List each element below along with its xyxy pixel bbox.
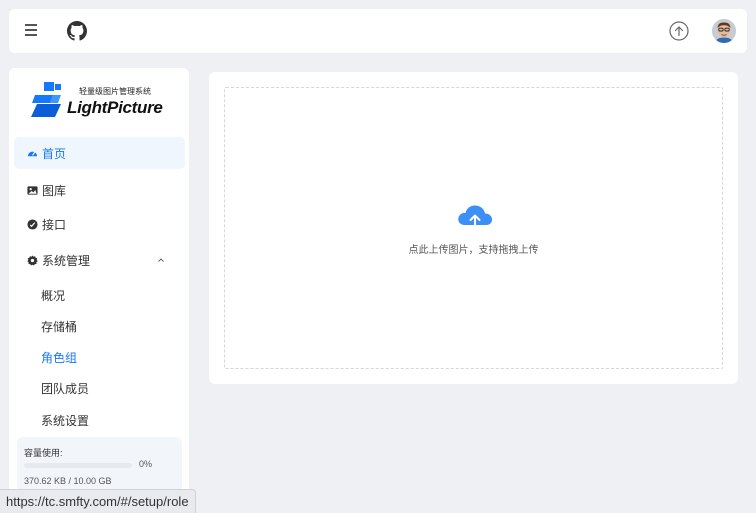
sidebar-item-home[interactable]: 首页	[14, 137, 185, 169]
sidebar-item-gallery[interactable]: 图库	[14, 174, 185, 206]
github-icon[interactable]	[67, 21, 87, 41]
upload-hint: 点此上传图片，支持拖拽上传	[408, 245, 539, 256]
logo-subtitle: 轻量级图片管理系统	[79, 87, 151, 96]
sidebar-item-label: 图库	[42, 183, 67, 198]
sidebar-subitem-overview[interactable]: 概况	[14, 280, 185, 310]
upload-arrow-circle-icon[interactable]	[669, 21, 689, 41]
sidebar-subitem-roles[interactable]: 角色组	[14, 342, 185, 372]
logo-mark-icon	[31, 82, 61, 117]
dashboard-icon	[27, 148, 38, 159]
storage-label: 容量使用:	[24, 448, 63, 458]
api-icon	[27, 218, 38, 230]
logo-name: LightPicture	[67, 98, 163, 117]
sidebar-item-label: 系统管理	[42, 253, 91, 268]
sidebar: 轻量级图片管理系统 LightPicture 首页 图库 接口 系统管理 概况 …	[9, 68, 189, 513]
sidebar-item-label: 概况	[41, 288, 66, 303]
status-bar-url: https://tc.smfty.com/#/setup/role	[0, 489, 196, 513]
sidebar-item-label: 接口	[42, 217, 67, 232]
sidebar-item-label: 系统设置	[41, 413, 90, 428]
upload-card: 点此上传图片，支持拖拽上传	[209, 72, 738, 384]
sidebar-item-api[interactable]: 接口	[14, 208, 185, 240]
sidebar-item-label: 存储桶	[41, 319, 78, 334]
avatar[interactable]	[712, 19, 736, 43]
upload-dropzone[interactable]: 点此上传图片，支持拖拽上传	[224, 87, 723, 369]
sidebar-subitem-team[interactable]: 团队成员	[14, 373, 185, 403]
cloud-upload-icon	[458, 205, 493, 234]
storage-size: 370.62 KB / 10.00 GB	[24, 476, 112, 486]
sidebar-item-label: 团队成员	[41, 381, 90, 396]
image-icon	[27, 185, 38, 196]
logo[interactable]: 轻量级图片管理系统 LightPicture	[31, 81, 171, 121]
storage-progress-bar	[24, 463, 132, 468]
gear-icon	[27, 254, 38, 266]
sidebar-item-label: 首页	[42, 146, 67, 161]
chevron-up-icon[interactable]	[157, 256, 165, 264]
hamburger-menu-icon[interactable]	[25, 24, 37, 36]
sidebar-item-label: 角色组	[41, 350, 78, 365]
sidebar-subitem-storage[interactable]: 存储桶	[14, 311, 185, 341]
sidebar-subitem-settings[interactable]: 系统设置	[14, 405, 185, 435]
storage-percent: 0%	[139, 459, 153, 469]
top-bar	[9, 9, 747, 53]
sidebar-item-system[interactable]: 系统管理	[14, 244, 185, 276]
